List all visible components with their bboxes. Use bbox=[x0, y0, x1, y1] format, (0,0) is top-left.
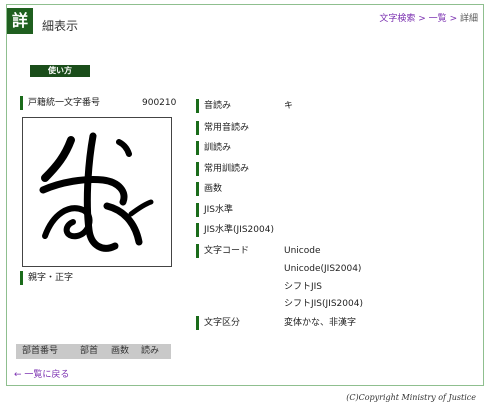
breadcrumb-list-link[interactable]: 一覧 bbox=[429, 14, 447, 24]
code-label: 戸籍統一文字番号 bbox=[20, 96, 100, 110]
field-label-kunyomi: 訓読み bbox=[196, 141, 231, 155]
breadcrumb-separator: > bbox=[418, 14, 426, 24]
breadcrumb: 文字検索 > 一覧 > 詳細 bbox=[379, 11, 478, 24]
radical-table-header: 部首番号 部首 画数 読み bbox=[16, 344, 171, 359]
column-header: 部首番号 bbox=[22, 346, 59, 356]
back-to-list-link[interactable]: ← 一覧に戻る bbox=[14, 367, 69, 380]
detail-logo-icon: 詳 bbox=[7, 8, 33, 34]
column-header: 画数 bbox=[111, 346, 130, 356]
field-label-jis-level-2004: JIS水準(JIS2004) bbox=[196, 223, 274, 237]
field-label-onyomi: 音読み bbox=[196, 99, 231, 113]
code-value: 900210 bbox=[142, 98, 177, 108]
column-header: 部首 bbox=[80, 346, 99, 356]
char-code-shift-jis: シフトJIS bbox=[284, 282, 323, 292]
breadcrumb-separator: > bbox=[449, 14, 458, 24]
kanji-image bbox=[22, 117, 172, 267]
field-value-char-category: 変体かな、非漢字 bbox=[284, 318, 357, 328]
hentaigana-glyph-icon bbox=[39, 132, 154, 252]
breadcrumb-current: 詳細 bbox=[459, 14, 478, 24]
field-value-onyomi: キ bbox=[284, 101, 294, 111]
char-code-shift-jis-2004: シフトJIS(JIS2004) bbox=[284, 299, 363, 309]
field-label-jis-level: JIS水準 bbox=[196, 203, 233, 217]
copyright-notice: (C)Copyright Ministry of Justice bbox=[346, 393, 476, 402]
parent-char-label: 親字・正字 bbox=[20, 271, 73, 285]
field-label-char-code: 文字コード bbox=[196, 244, 249, 258]
field-label-joyo-onyomi: 常用音読み bbox=[196, 121, 249, 135]
char-code-unicode-2004: Unicode(JIS2004) bbox=[284, 264, 362, 274]
field-label-char-category: 文字区分 bbox=[196, 316, 240, 330]
page-title: 細表示 bbox=[42, 19, 79, 33]
field-label-stroke-count: 画数 bbox=[196, 182, 222, 196]
breadcrumb-search-link[interactable]: 文字検索 bbox=[379, 14, 415, 24]
char-code-unicode: Unicode bbox=[284, 246, 321, 256]
column-header: 読み bbox=[141, 346, 160, 356]
field-label-joyo-kunyomi: 常用訓読み bbox=[196, 162, 249, 176]
howto-button[interactable]: 使い方 bbox=[30, 65, 90, 77]
